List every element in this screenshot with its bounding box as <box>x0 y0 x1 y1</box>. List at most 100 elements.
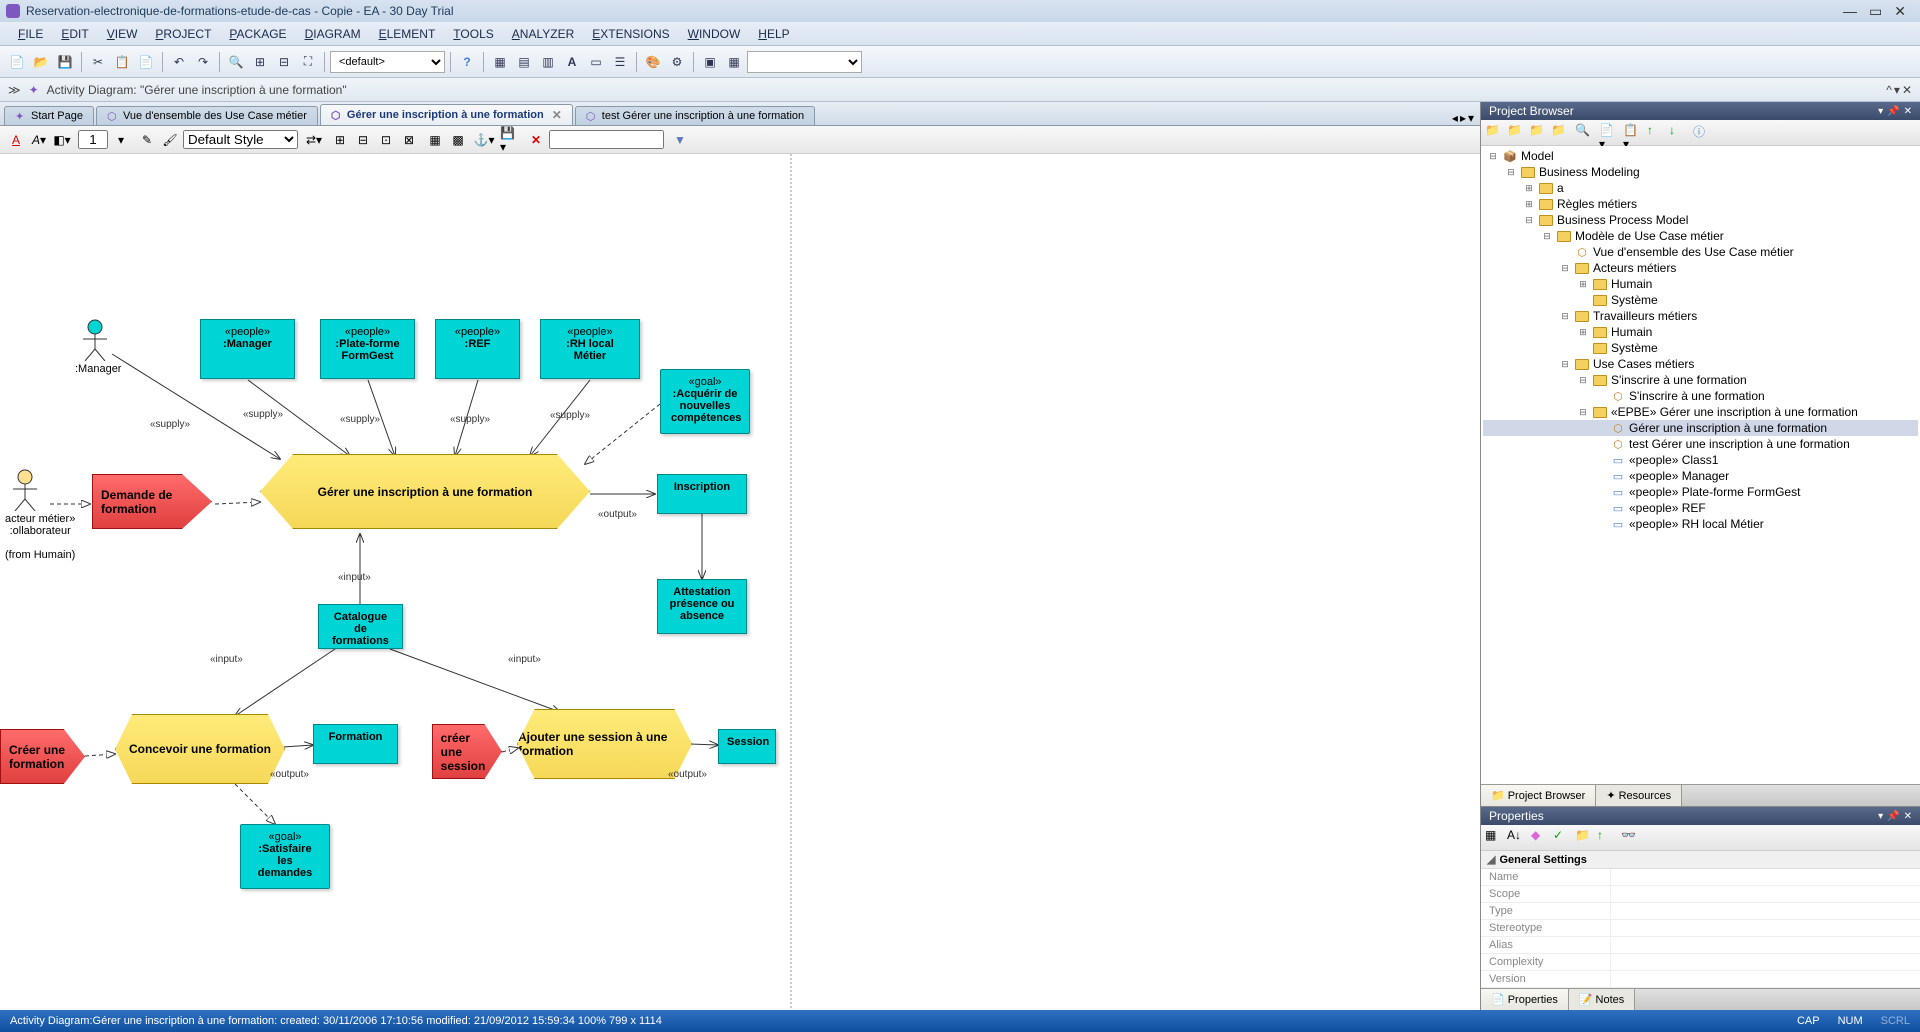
cat-icon[interactable]: ▦ <box>1485 828 1505 848</box>
pin2-icon[interactable]: 📌 <box>1887 106 1899 117</box>
palette-icon[interactable]: 🎨 <box>642 51 664 73</box>
expand-icon[interactable]: ⊟ <box>1487 151 1499 162</box>
tab-0[interactable]: ✦Start Page <box>4 106 94 125</box>
goal-0[interactable]: «goal»:Acquérir de nouvelles compétences <box>660 369 750 434</box>
redo-icon[interactable]: ↷ <box>192 51 214 73</box>
expand-icon[interactable]: ⊟ <box>1505 167 1517 178</box>
align3-icon[interactable]: ⊡ <box>376 130 396 150</box>
prop-value[interactable] <box>1611 937 1920 953</box>
menu-edit[interactable]: EDIT <box>53 25 96 43</box>
gear-icon[interactable]: ⚙ <box>666 51 688 73</box>
fill-icon[interactable]: ◧▾ <box>52 130 72 150</box>
tree-item-1[interactable]: ⊟Business Modeling <box>1483 164 1918 180</box>
save-icon[interactable]: 💾 <box>54 51 76 73</box>
grid2-icon[interactable]: ▤ <box>513 51 535 73</box>
anchor-icon[interactable]: ⚓▾ <box>474 130 494 150</box>
dropdown-icon[interactable]: ▾ <box>1894 83 1900 97</box>
event-0[interactable]: Demande de formation <box>92 474 212 529</box>
close-button[interactable]: ✕ <box>1894 3 1906 20</box>
new-elem-icon[interactable]: 📁 <box>1529 123 1549 143</box>
find-icon[interactable]: 🔍 <box>1575 123 1595 143</box>
menu-file[interactable]: FILE <box>10 25 51 43</box>
tab-1[interactable]: ⬡Vue d'ensemble des Use Case métier <box>96 106 318 125</box>
tree-item-16[interactable]: ⊟«EPBE» Gérer une inscription à une form… <box>1483 404 1918 420</box>
brush-icon[interactable]: 🖌 <box>160 130 180 150</box>
up-icon[interactable]: ↑ <box>1647 123 1667 143</box>
window1-icon[interactable]: ▣ <box>699 51 721 73</box>
zoom-step-icon[interactable]: ▾ <box>111 130 131 150</box>
people-3[interactable]: «people»:RH local Métier <box>540 319 640 379</box>
prop-value[interactable] <box>1611 954 1920 970</box>
process-2[interactable]: Ajouter une session à une formation <box>517 709 692 779</box>
help-icon[interactable]: ? <box>456 51 478 73</box>
tree-item-13[interactable]: ⊟Use Cases métiers <box>1483 356 1918 372</box>
panel-close-icon[interactable]: ✕ <box>1904 106 1912 117</box>
prop-row-name[interactable]: Name <box>1481 869 1920 886</box>
check-icon[interactable]: ✓ <box>1553 828 1573 848</box>
tree-item-2[interactable]: ⊞a <box>1483 180 1918 196</box>
menu-view[interactable]: VIEW <box>99 25 146 43</box>
panel-tab-0[interactable]: 📁Project Browser <box>1481 785 1596 806</box>
group2-icon[interactable]: ▩ <box>448 130 468 150</box>
new-model-icon[interactable]: 📁 <box>1551 123 1571 143</box>
grid1-icon[interactable]: ▦ <box>489 51 511 73</box>
prop-value[interactable] <box>1611 903 1920 919</box>
list-icon[interactable]: ☰ <box>609 51 631 73</box>
zoom-out-icon[interactable]: ⊟ <box>273 51 295 73</box>
prop-value[interactable] <box>1611 920 1920 936</box>
minimize-button[interactable]: — <box>1843 3 1857 20</box>
copy-icon[interactable]: 📋 <box>111 51 133 73</box>
grid3-icon[interactable]: ▥ <box>537 51 559 73</box>
output-2[interactable]: Catalogue de formations <box>318 604 403 649</box>
prop-row-type[interactable]: Type <box>1481 903 1920 920</box>
tree-item-7[interactable]: ⊟Acteurs métiers <box>1483 260 1918 276</box>
delete-icon[interactable]: ✕ <box>526 130 546 150</box>
prop-row-version[interactable]: Version <box>1481 971 1920 988</box>
diagram-save-icon[interactable]: 💾▾ <box>500 130 520 150</box>
down-icon[interactable]: ↓ <box>1669 123 1689 143</box>
font-color-icon[interactable]: A <box>6 130 26 150</box>
menu-help[interactable]: HELP <box>750 25 797 43</box>
people-2[interactable]: «people»:REF <box>435 319 520 379</box>
output-3[interactable]: Formation <box>313 724 398 764</box>
menu-tools[interactable]: TOOLS <box>445 25 501 43</box>
grid4-icon[interactable]: ▭ <box>585 51 607 73</box>
expand-icon[interactable]: ⊞ <box>1577 327 1589 338</box>
group1-icon[interactable]: ▦ <box>425 130 445 150</box>
expand-icon[interactable]: ⊟ <box>1559 263 1571 274</box>
zoom-fit-icon[interactable]: ⛶ <box>297 51 319 73</box>
output-1[interactable]: Attestation présence ou absence <box>657 579 747 634</box>
expand-icon[interactable]: ⊟ <box>1523 215 1535 226</box>
new-icon[interactable]: 📄 <box>6 51 28 73</box>
menu-package[interactable]: PACKAGE <box>221 25 294 43</box>
people-0[interactable]: «people»:Manager <box>200 319 295 379</box>
prop-value[interactable] <box>1611 869 1920 885</box>
actor-1[interactable]: acteur métier»:ollaborateur(from Humain) <box>5 469 75 561</box>
tab-prev-icon[interactable]: ◂ <box>1452 111 1458 125</box>
paste-icon[interactable]: 📄 <box>135 51 157 73</box>
tree-item-20[interactable]: ▭«people» Manager <box>1483 468 1918 484</box>
tree-item-6[interactable]: ⬡Vue d'ensemble des Use Case métier <box>1483 244 1918 260</box>
collapse-up-icon[interactable]: ^ <box>1886 83 1892 97</box>
menu-analyzer[interactable]: ANALYZER <box>504 25 582 43</box>
tree-item-22[interactable]: ▭«people» REF <box>1483 500 1918 516</box>
tree-item-18[interactable]: ⬡test Gérer une inscription à une format… <box>1483 436 1918 452</box>
cut-icon[interactable]: ✂ <box>87 51 109 73</box>
align1-icon[interactable]: ⊞ <box>330 130 350 150</box>
expand-icon[interactable]: ⊞ <box>1577 279 1589 290</box>
prop-value[interactable] <box>1611 886 1920 902</box>
funnel-icon[interactable]: ▼ <box>670 130 690 150</box>
doc-icon[interactable]: 📄▾ <box>1599 123 1619 143</box>
tree-item-21[interactable]: ▭«people» Plate-forme FormGest <box>1483 484 1918 500</box>
tab-2[interactable]: ⬡Gérer une inscription à une formation✕ <box>320 104 573 125</box>
prop-row-complexity[interactable]: Complexity <box>1481 954 1920 971</box>
zoom-in-icon[interactable]: ⊞ <box>249 51 271 73</box>
goal-1[interactable]: «goal»:Satisfaire les demandes <box>240 824 330 889</box>
tree-item-4[interactable]: ⊟Business Process Model <box>1483 212 1918 228</box>
process-1[interactable]: Concevoir une formation <box>115 714 285 784</box>
tree-item-14[interactable]: ⊟S'inscrire à une formation <box>1483 372 1918 388</box>
menu-diagram[interactable]: DIAGRAM <box>297 25 369 43</box>
props-tab-1[interactable]: 📝Notes <box>1569 989 1635 1010</box>
output-4[interactable]: Session <box>718 729 776 764</box>
tree-item-5[interactable]: ⊟Modèle de Use Case métier <box>1483 228 1918 244</box>
